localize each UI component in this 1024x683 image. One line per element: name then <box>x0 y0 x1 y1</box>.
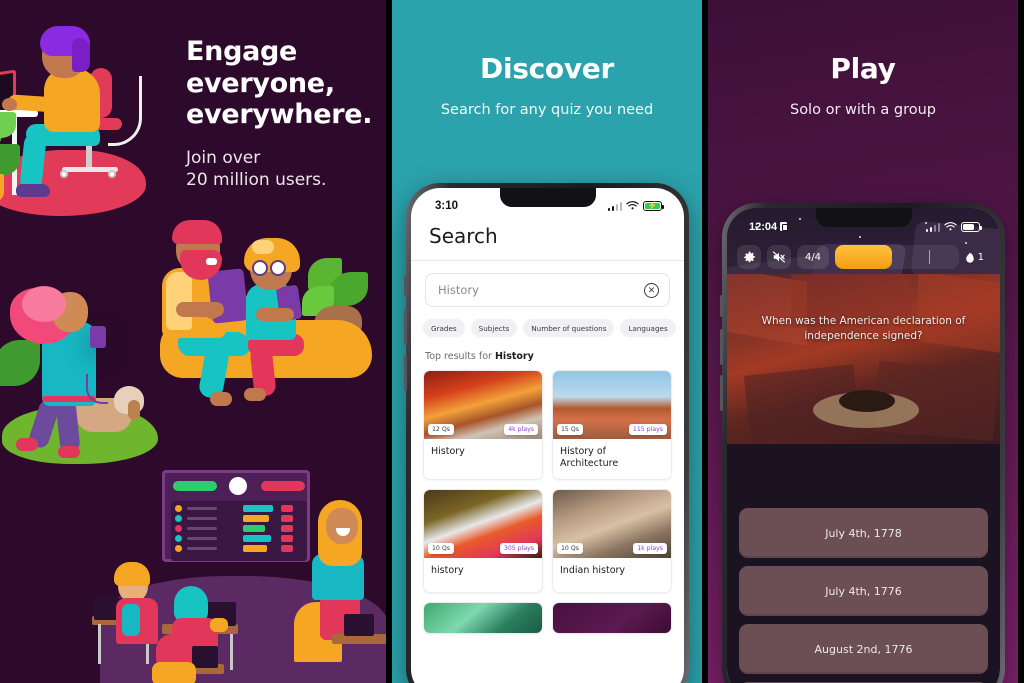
wifi-icon <box>626 201 639 210</box>
quiz-game-view: 12:04 4/4 1 When was the American declar… <box>727 208 1000 683</box>
panel-discover: Discover Search for any quiz you need 3:… <box>392 0 702 683</box>
subline-1: Join over <box>186 147 261 168</box>
answer-options: July 4th, 1778 July 4th, 1776 August 2nd… <box>727 508 1000 683</box>
results-label: Top results for History <box>411 337 684 370</box>
left-panel-copy: Engage everyone, everywhere. Join over 2… <box>186 36 376 192</box>
question-count-badge: 10 Qs <box>428 543 454 555</box>
quiz-card-partial[interactable] <box>552 602 672 635</box>
status-time-group: 12:04 <box>749 221 788 233</box>
question-image: When was the American declaration of ind… <box>727 274 1000 444</box>
filter-chip-subjects[interactable]: Subjects <box>470 319 518 337</box>
phone-notch <box>499 188 596 207</box>
status-time: 12:04 <box>749 221 778 233</box>
status-time: 3:10 <box>435 200 459 212</box>
phone-notch <box>815 208 912 227</box>
quiz-card-image <box>553 603 671 634</box>
discover-title: Discover <box>480 52 614 85</box>
quiz-card[interactable]: 15 Qs 115 plays History of Architecture <box>552 370 672 481</box>
headline-line-1: Engage <box>186 36 298 67</box>
illustration-desk-worker <box>0 10 176 225</box>
phone-mockup-game: 12:04 4/4 1 When was the American declar… <box>720 203 1005 683</box>
clear-circle-icon[interactable]: ✕ <box>644 282 659 298</box>
play-count-badge: 115 plays <box>628 424 667 435</box>
streak-value: 1 <box>977 251 984 263</box>
question-count-badge: 10 Qs <box>557 543 583 555</box>
quiz-card-title: Indian history <box>560 565 626 577</box>
results-label-prefix: Top results for <box>425 351 495 362</box>
wifi-icon <box>944 222 957 231</box>
quiz-results-grid: 12 Qs 4k plays History 15 Qs 115 plays H… <box>411 370 684 635</box>
phone-screen-search: 3:10 ⚡ Search History ✕ Grades Subjects … <box>411 188 684 683</box>
answer-option[interactable]: July 4th, 1778 <box>739 508 988 558</box>
lock-icon <box>780 222 788 231</box>
play-count-badge: 305 plays <box>499 543 538 555</box>
battery-icon <box>961 222 982 232</box>
discover-header: Discover Search for any quiz you need <box>392 0 702 118</box>
streak-indicator: 1 <box>965 250 990 264</box>
play-count-badge: 4k plays <box>504 424 538 435</box>
app-store-screenshot-set: Engage everyone, everywhere. Join over 2… <box>0 0 1024 683</box>
quiz-card-image: 15 Qs 115 plays <box>553 371 671 439</box>
answer-option[interactable]: August 2nd, 1776 <box>739 624 988 674</box>
flame-icon <box>965 250 974 263</box>
quiz-card-partial[interactable] <box>423 602 543 635</box>
quiz-card-image: 10 Qs 1k plays <box>553 490 671 559</box>
quiz-card-image: 12 Qs 4k plays <box>424 371 542 439</box>
illustration-couch-readers <box>148 220 378 418</box>
timer-progress-bar <box>835 245 959 269</box>
quiz-card-title: history <box>431 565 464 577</box>
signal-bars-icon <box>925 222 940 232</box>
timer-tick-marker <box>928 250 931 264</box>
filter-chip-grades[interactable]: Grades <box>423 319 465 337</box>
play-subtitle: Solo or with a group <box>789 102 936 118</box>
illustration-classroom <box>92 458 386 683</box>
results-label-term: History <box>494 351 534 362</box>
quiz-card[interactable]: 10 Qs 1k plays Indian history <box>552 489 672 594</box>
play-count-badge: 1k plays <box>633 543 667 555</box>
answer-option[interactable]: July 4th, 1776 <box>739 566 988 616</box>
question-count-badge: 12 Qs <box>428 424 454 435</box>
panel-play: Play Solo or with a group 12:04 4/4 1 Wh… <box>708 0 1018 683</box>
quiz-card-title: History <box>431 446 465 457</box>
question-counter: 4/4 <box>797 245 829 269</box>
signal-bars-icon <box>607 201 622 211</box>
phone-mockup-search: 3:10 ⚡ Search History ✕ Grades Subjects … <box>404 183 689 683</box>
quiz-card-image: 10 Qs 305 plays <box>424 490 542 559</box>
gear-icon[interactable] <box>737 245 761 269</box>
play-title: Play <box>830 52 896 85</box>
game-hud: 4/4 1 <box>737 244 990 270</box>
subline-2: 20 million users. <box>186 170 327 191</box>
phone-screen-game: 12:04 4/4 1 When was the American declar… <box>727 208 1000 683</box>
question-text: When was the American declaration of ind… <box>761 315 966 343</box>
quiz-card[interactable]: 12 Qs 4k plays History <box>423 370 543 481</box>
headline-line-3: everywhere. <box>186 99 373 131</box>
question-count-badge: 15 Qs <box>557 424 583 435</box>
quiz-card-image <box>424 603 542 634</box>
filter-chip-row: Grades Subjects Number of questions Lang… <box>411 307 684 337</box>
search-input[interactable]: History ✕ <box>425 273 670 307</box>
quiz-card[interactable]: 10 Qs 305 plays history <box>423 489 543 594</box>
filter-chip-languages[interactable]: Languages <box>620 319 676 337</box>
page-title: Search <box>411 218 684 261</box>
quiz-card-title: History of Architecture <box>560 446 619 470</box>
battery-charging-icon: ⚡ <box>643 201 664 211</box>
filter-chip-number-of-questions[interactable]: Number of questions <box>523 319 615 337</box>
headline-line-2: everyone, <box>186 67 335 99</box>
panel-engage: Engage everyone, everywhere. Join over 2… <box>0 0 386 683</box>
search-input-value: History <box>438 283 479 297</box>
sound-off-icon[interactable] <box>767 245 791 269</box>
illustration-dog-walker <box>0 278 182 478</box>
timer-progress-fill <box>835 245 892 269</box>
discover-subtitle: Search for any quiz you need <box>440 102 654 118</box>
play-header: Play Solo or with a group <box>708 0 1018 118</box>
